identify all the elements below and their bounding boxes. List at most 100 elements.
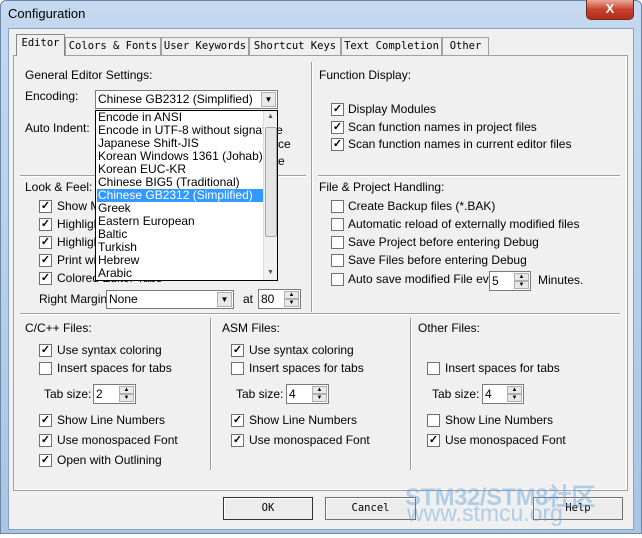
scroll-up-icon[interactable]: ▲ (267, 113, 274, 120)
cpp-line-numbers-checkbox[interactable]: ✓ (39, 414, 52, 427)
hidden-option-fragment: e (278, 154, 285, 168)
asm-mono-checkbox[interactable]: ✓ (231, 434, 244, 447)
checkbox-label: Use syntax coloring (57, 343, 162, 357)
cpp-outlining-checkbox[interactable]: ✓ (39, 454, 52, 467)
look-checkbox[interactable]: ✓ (39, 218, 52, 231)
tab-other[interactable]: Other (442, 37, 489, 55)
scan-project-checkbox[interactable]: ✓ (331, 121, 344, 134)
checkbox-label: Auto save modified File every (348, 272, 506, 286)
other-line-numbers-checkbox[interactable] (427, 414, 440, 427)
chevron-down-icon[interactable]: ▼ (217, 292, 232, 307)
look-label: Highligh (57, 217, 101, 231)
look-checkbox[interactable]: ✓ (39, 254, 52, 267)
tab-colors-fonts[interactable]: Colors & Fonts (65, 37, 161, 55)
divider (311, 62, 313, 312)
asm-spaces-checkbox[interactable] (231, 362, 244, 375)
scan-editor-checkbox[interactable]: ✓ (331, 138, 344, 151)
spin-up-icon[interactable]: ▲ (312, 386, 327, 394)
look-heading: Look & Feel: (25, 180, 93, 194)
spin-up-icon[interactable]: ▲ (119, 386, 134, 394)
checkbox-label: Scan function names in current editor fi… (348, 137, 572, 151)
checkbox-label: Create Backup files (*.BAK) (348, 199, 496, 213)
minutes-label: Minutes. (538, 273, 584, 287)
checkbox-label: Scan function names in project files (348, 120, 537, 134)
at-value: 80 (261, 292, 275, 306)
divider (410, 318, 412, 470)
function-display-heading: Function Display: (319, 68, 412, 82)
auto-indent-label: Auto Indent: (25, 121, 90, 135)
checkbox-label: Use monospaced Font (445, 433, 566, 447)
save-project-checkbox[interactable] (331, 236, 344, 249)
cpp-heading: C/C++ Files: (25, 321, 92, 335)
hidden-option-fragment: ce (278, 137, 291, 151)
other-spaces-checkbox[interactable] (427, 362, 440, 375)
scrollbar[interactable]: ▲ ▼ (263, 111, 277, 280)
spin-up-icon[interactable]: ▲ (507, 386, 522, 394)
checkbox-label: Open with Outlining (57, 453, 162, 467)
cpp-spaces-checkbox[interactable] (39, 362, 52, 375)
encoding-dropdown-list[interactable]: Encode in ANSI Encode in UTF-8 without s… (95, 110, 283, 281)
look-checkbox[interactable]: ✓ (39, 272, 52, 285)
look-checkbox[interactable]: ✓ (39, 236, 52, 249)
spin-down-icon[interactable]: ▼ (312, 394, 327, 402)
checkbox-label: Save Files before entering Debug (348, 253, 527, 267)
spin-up-icon[interactable]: ▲ (284, 291, 299, 299)
tab-user-keywords[interactable]: User Keywords (161, 37, 249, 55)
spin-down-icon[interactable]: ▼ (119, 394, 134, 402)
tab-size-value: 4 (485, 387, 492, 401)
display-modules-checkbox[interactable]: ✓ (331, 103, 344, 116)
right-margin-spinner[interactable]: 80 ▲ ▼ (258, 289, 301, 309)
spin-down-icon[interactable]: ▼ (284, 299, 299, 307)
checkbox-label: Show Line Numbers (57, 413, 166, 427)
look-label: Print wit (57, 253, 100, 267)
divider (20, 313, 620, 315)
scrollbar-thumb[interactable] (265, 127, 277, 237)
other-heading: Other Files: (418, 321, 481, 335)
checkbox-label: Use monospaced Font (249, 433, 370, 447)
tab-text-completion[interactable]: Text Completion (341, 37, 442, 55)
cpp-syntax-checkbox[interactable]: ✓ (39, 344, 52, 357)
checkbox-label: Use monospaced Font (57, 433, 178, 447)
tab-editor[interactable]: Editor (16, 34, 65, 56)
right-margin-label: Right Margin: (39, 292, 111, 306)
right-margin-select[interactable]: None ▼ (106, 290, 234, 309)
auto-reload-checkbox[interactable] (331, 218, 344, 231)
look-label: Highligh (57, 235, 101, 249)
tab-size-label: Tab size: (44, 387, 92, 401)
spin-down-icon[interactable]: ▼ (514, 281, 529, 289)
scroll-down-icon[interactable]: ▼ (267, 269, 274, 276)
spin-down-icon[interactable]: ▼ (507, 394, 522, 402)
minutes-value: 5 (492, 274, 499, 288)
save-files-checkbox[interactable] (331, 254, 344, 267)
cpp-tab-size-spinner[interactable]: 2 ▲ ▼ (93, 384, 136, 404)
encoding-select[interactable]: Chinese GB2312 (Simplified) ▼ (95, 90, 278, 109)
right-margin-value: None (109, 292, 138, 306)
cpp-mono-checkbox[interactable]: ✓ (39, 434, 52, 447)
checkbox-label: Insert spaces for tabs (57, 361, 172, 375)
checkbox-label: Show Line Numbers (445, 413, 554, 427)
other-mono-checkbox[interactable]: ✓ (427, 434, 440, 447)
encoding-value: Chinese GB2312 (Simplified) (98, 92, 253, 106)
asm-tab-size-spinner[interactable]: 4 ▲ ▼ (286, 384, 329, 404)
option[interactable]: Arabic (97, 267, 263, 280)
other-tab-size-spinner[interactable]: 4 ▲ ▼ (482, 384, 524, 404)
tab-shortcut-keys[interactable]: Shortcut Keys (249, 37, 341, 55)
look-label: Show M (57, 199, 101, 213)
auto-save-spinner[interactable]: 5 ▲ ▼ (489, 271, 531, 291)
divider (318, 175, 620, 177)
asm-line-numbers-checkbox[interactable]: ✓ (231, 414, 244, 427)
cancel-button[interactable]: Cancel (325, 497, 416, 520)
checkbox-label: Automatic reload of externally modified … (348, 217, 580, 231)
checkbox-label: Insert spaces for tabs (445, 361, 560, 375)
look-checkbox[interactable]: ✓ (39, 200, 52, 213)
close-button[interactable]: X (586, 0, 634, 20)
window-title: Configuration (8, 6, 86, 21)
chevron-down-icon[interactable]: ▼ (261, 92, 276, 107)
spin-up-icon[interactable]: ▲ (514, 273, 529, 281)
tab-size-value: 2 (96, 387, 103, 401)
asm-syntax-checkbox[interactable]: ✓ (231, 344, 244, 357)
auto-save-checkbox[interactable] (331, 273, 344, 286)
ok-button[interactable]: OK (223, 497, 313, 520)
backup-checkbox[interactable] (331, 200, 344, 213)
checkbox-label: Display Modules (348, 102, 437, 116)
